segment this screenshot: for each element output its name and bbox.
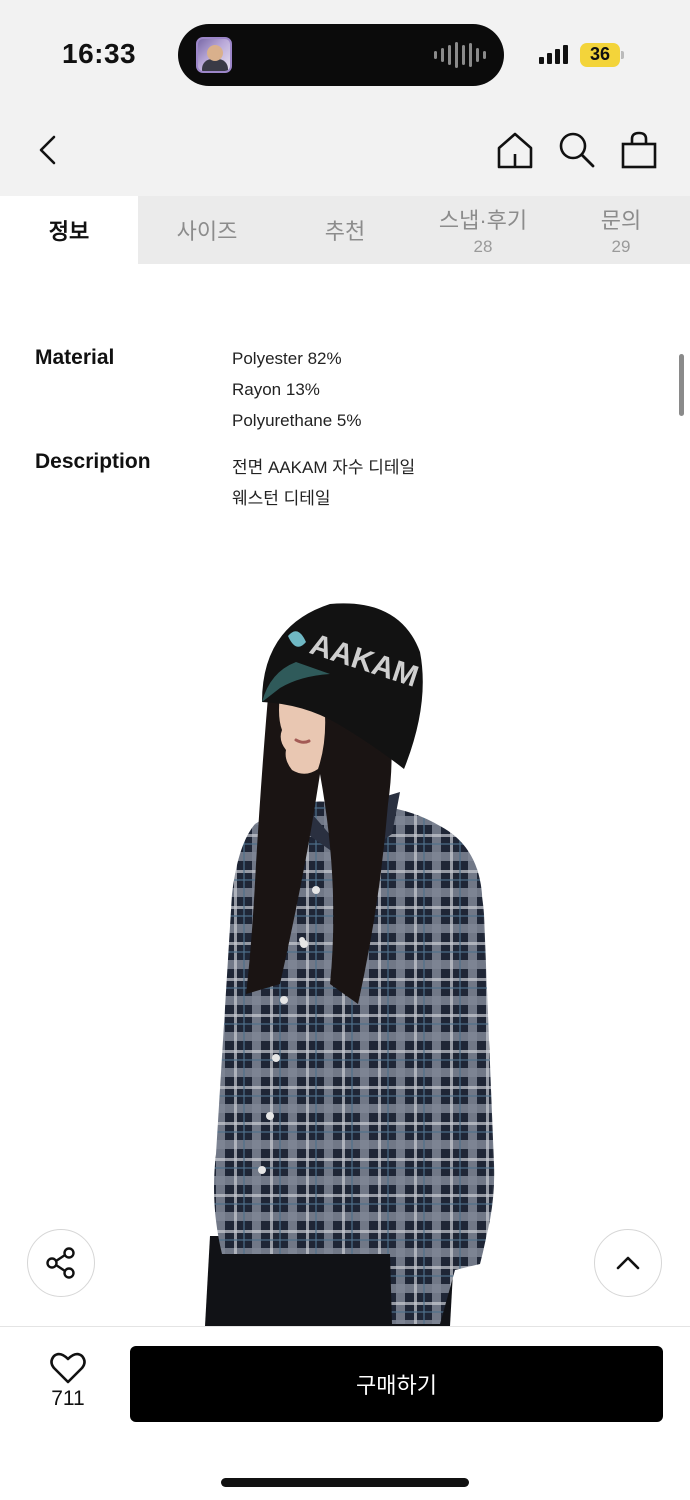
- material-value: Rayon 13%: [232, 380, 320, 399]
- scrollbar[interactable]: [679, 354, 684, 416]
- home-indicator[interactable]: [221, 1478, 469, 1487]
- back-button[interactable]: [30, 130, 70, 170]
- buy-button[interactable]: 구매하기: [130, 1346, 663, 1422]
- like-count: 711: [51, 1387, 85, 1410]
- bottom-action-bar: 711 구매하기: [0, 1326, 690, 1500]
- product-tabs: 정보 사이즈 추천 스냅·후기 28 문의 29: [0, 196, 690, 264]
- search-icon: [559, 132, 595, 168]
- status-bar: 16:33 36: [0, 0, 690, 110]
- shopping-bag-icon: [621, 131, 657, 169]
- now-playing-thumbnail: [196, 37, 232, 73]
- share-icon: [46, 1247, 75, 1279]
- battery-level: 36: [589, 44, 611, 64]
- tab-label: 스냅·후기: [438, 208, 528, 233]
- home-button[interactable]: [495, 130, 535, 170]
- tab-info[interactable]: 정보: [0, 196, 138, 264]
- chevron-left-icon: [39, 135, 56, 165]
- tab-snap-review[interactable]: 스냅·후기 28: [414, 196, 552, 264]
- tab-label: 정보: [48, 219, 90, 244]
- cart-button[interactable]: [619, 130, 659, 170]
- share-button[interactable]: [27, 1229, 95, 1297]
- top-nav: [0, 110, 690, 196]
- heart-icon: [50, 1352, 86, 1384]
- scroll-top-button[interactable]: [594, 1229, 662, 1297]
- like-button[interactable]: 711: [38, 1349, 98, 1419]
- tab-label: 추천: [324, 219, 366, 244]
- material-value: Polyurethane 5%: [232, 411, 362, 430]
- home-icon: [497, 132, 533, 169]
- product-info: Material Polyester 82% Rayon 13% Polyure…: [0, 264, 690, 564]
- audio-wave-icon: [434, 41, 486, 69]
- tab-label: 문의: [600, 208, 642, 233]
- tab-count: 28: [473, 237, 493, 256]
- tab-label: 사이즈: [176, 219, 238, 244]
- description-value: 전면 AAKAM 자수 디테일: [232, 458, 416, 477]
- model-photo: AAKAM: [205, 603, 495, 1326]
- tab-recommend[interactable]: 추천: [276, 196, 414, 264]
- tab-count: 29: [611, 237, 631, 256]
- description-value: 웨스턴 디테일: [232, 489, 331, 508]
- tab-size[interactable]: 사이즈: [138, 196, 276, 264]
- chevron-up-icon: [616, 1256, 640, 1270]
- material-label: Material: [35, 346, 115, 369]
- status-time: 16:33: [62, 38, 137, 69]
- cellular-signal-icon: [539, 44, 568, 64]
- dynamic-island[interactable]: [178, 24, 504, 86]
- tab-inquiry[interactable]: 문의 29: [552, 196, 690, 264]
- product-image: AAKAM: [0, 564, 690, 1326]
- material-value: Polyester 82%: [232, 349, 342, 368]
- search-button[interactable]: [557, 130, 597, 170]
- battery-icon: 36: [580, 43, 624, 67]
- description-label: Description: [35, 450, 151, 473]
